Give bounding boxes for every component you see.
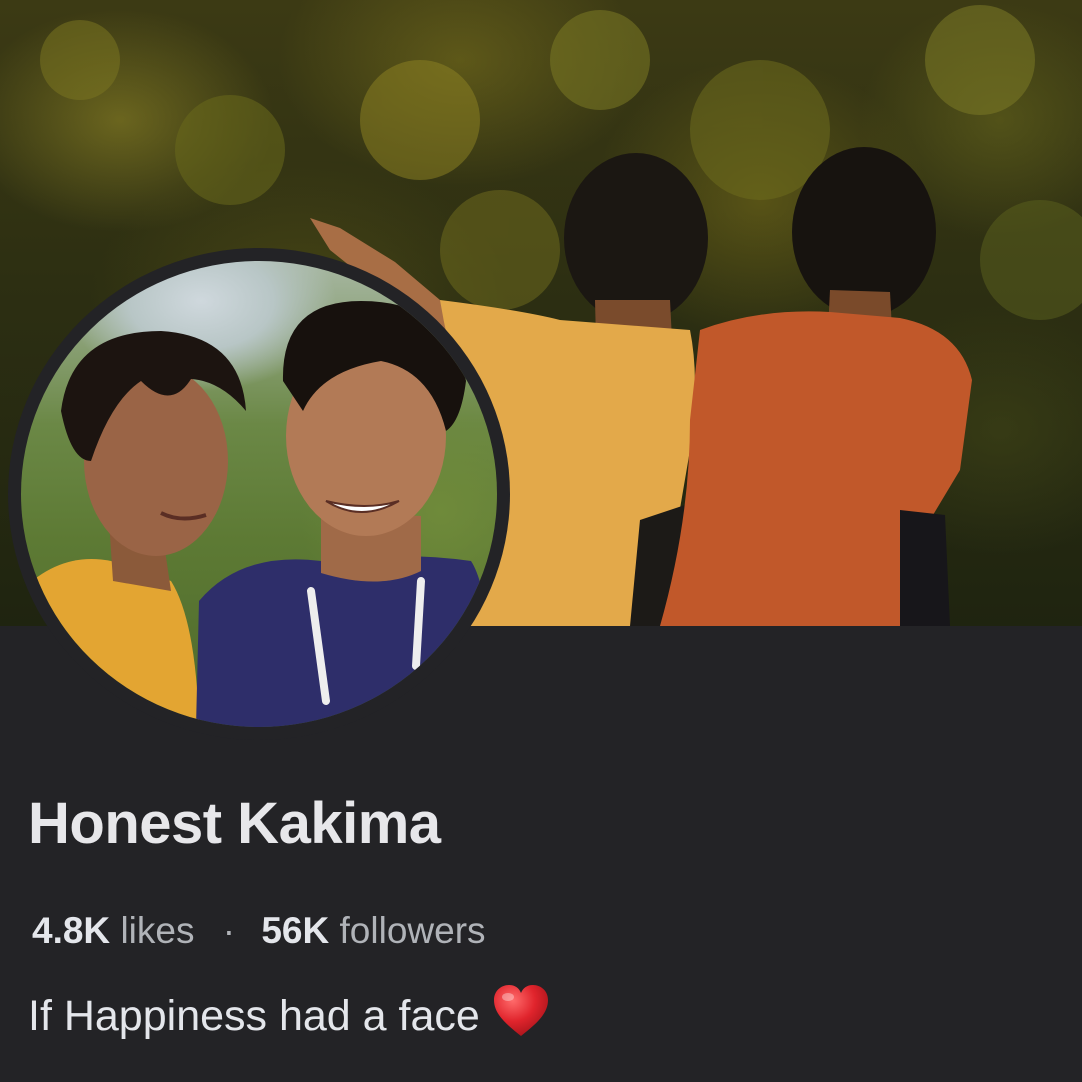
profile-picture[interactable]: [21, 261, 497, 727]
followers-count[interactable]: 56K: [261, 910, 329, 951]
red-heart-icon: [492, 984, 550, 1049]
page-stats: 4.8K likes · 56K followers: [32, 910, 486, 952]
followers-label[interactable]: followers: [340, 910, 486, 951]
page-bio: If Happiness had a face: [28, 984, 550, 1049]
profile-picture-illustration: [21, 301, 497, 727]
profile-page: Honest Kakima 4.8K likes · 56K followers…: [0, 0, 1082, 1082]
likes-count[interactable]: 4.8K: [32, 910, 110, 951]
stats-separator: ·: [222, 910, 236, 951]
likes-label[interactable]: likes: [120, 910, 194, 951]
bio-text: If Happiness had a face: [28, 992, 480, 1040]
page-title: Honest Kakima: [28, 791, 441, 856]
